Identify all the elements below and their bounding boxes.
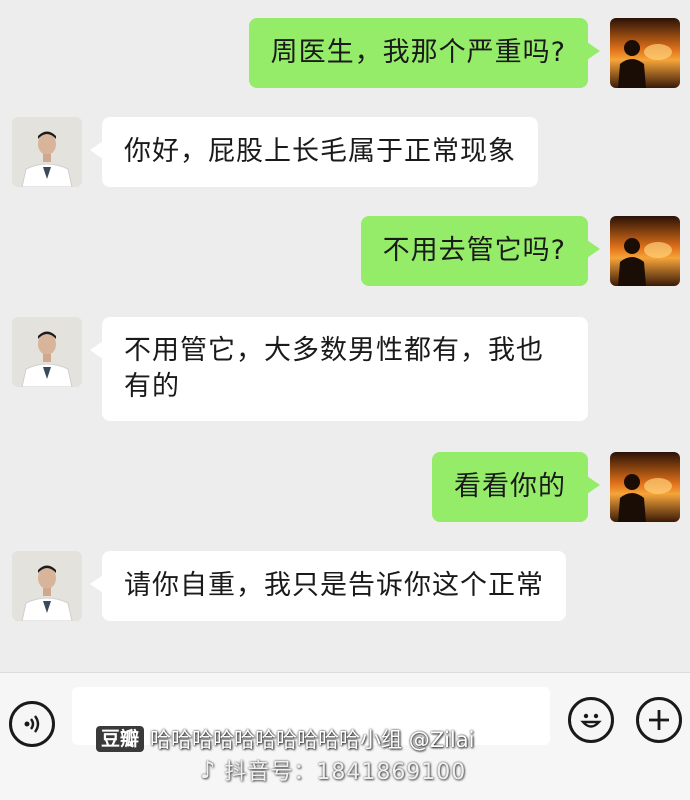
plus-icon[interactable] <box>636 697 682 743</box>
message-text: 请你自重，我只是告诉你这个正常 <box>124 570 544 601</box>
emoji-icon[interactable] <box>568 697 614 743</box>
doctor-avatar[interactable] <box>12 317 82 387</box>
douban-badge: 豆瓣 <box>96 726 145 752</box>
message-text: 你好，屁股上长毛属于正常现象 <box>124 136 516 167</box>
watermark-douyin: ♪ 抖音号：1841869100 <box>200 755 466 785</box>
message-bubble-incoming[interactable]: 不用管它，大多数男性都有，我也 有的 <box>90 317 588 421</box>
message-bubble-outgoing[interactable]: 周医生，我那个严重吗? <box>248 18 601 88</box>
message-text-line: 有的 <box>124 371 180 402</box>
user-avatar[interactable] <box>610 452 680 522</box>
user-avatar[interactable] <box>610 18 680 88</box>
doctor-avatar[interactable] <box>12 117 82 187</box>
message-bubble-incoming[interactable]: 你好，屁股上长毛属于正常现象 <box>90 117 538 187</box>
message-text: 不用去管它吗? <box>382 235 566 266</box>
doctor-avatar[interactable] <box>12 551 82 621</box>
douyin-logo-icon: ♪ <box>200 756 217 784</box>
message-bubble-outgoing[interactable]: 看看你的 <box>432 452 600 522</box>
watermark-douban: 豆瓣 哈哈哈哈哈哈哈哈哈哈小组 @Zilai <box>96 724 474 754</box>
message-text-line: 不用管它，大多数男性都有，我也 <box>124 335 544 366</box>
watermark-text: 哈哈哈哈哈哈哈哈哈哈小组 @Zilai <box>150 728 475 752</box>
message-text: 周医生，我那个严重吗? <box>270 37 566 68</box>
message-text: 看看你的 <box>454 471 566 502</box>
user-avatar[interactable] <box>610 216 680 286</box>
message-bubble-outgoing[interactable]: 不用去管它吗? <box>360 216 601 286</box>
chat-area: 周医生，我那个严重吗? 你好，屁股上长毛属于正常现象 不用去管它吗? 不用管它，… <box>0 0 690 672</box>
message-bubble-incoming[interactable]: 请你自重，我只是告诉你这个正常 <box>90 551 566 621</box>
douyin-id: 抖音号：1841869100 <box>224 760 467 785</box>
voice-icon[interactable] <box>9 701 55 747</box>
